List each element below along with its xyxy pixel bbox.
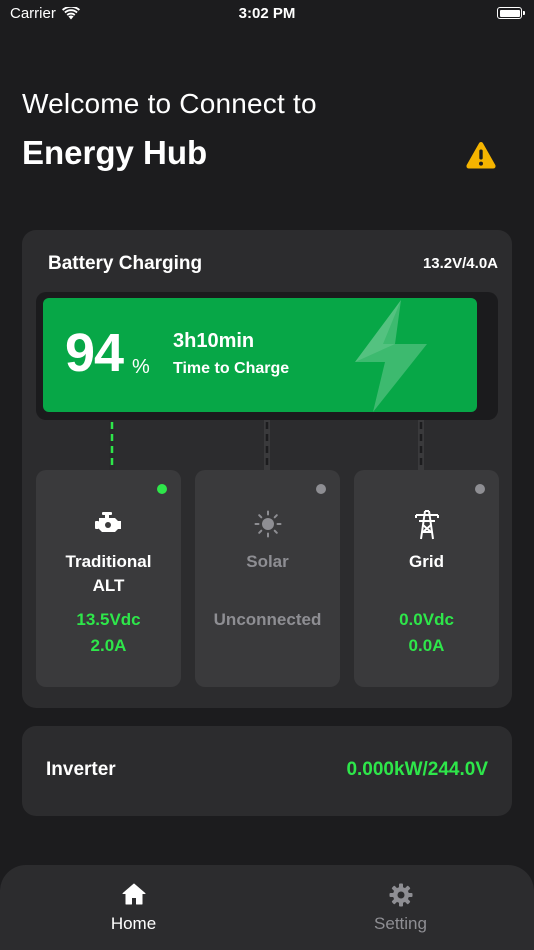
inverter-card[interactable]: Inverter 0.000kW/244.0V [22,726,512,816]
connector-line-alt [109,420,115,470]
source-name: Traditional ALT [65,552,152,595]
tab-label: Home [110,914,157,933]
connector-line-grid [418,420,424,470]
source-voltage: 13.5Vdc [76,610,141,629]
sun-icon [195,510,340,538]
welcome-text: Welcome to Connect to [22,88,317,119]
tab-setting[interactable]: Setting [267,881,534,941]
charge-panel-frame: 94 % 3h10min Time to Charge [36,292,498,420]
status-dot [157,484,167,494]
source-current: 0.0A [408,636,445,655]
connector-line-solar [264,420,270,470]
time-to-charge-label: Time to Charge [173,360,290,377]
page-title: Energy Hub [22,134,208,171]
status-bar: Carrier 3:02 PM [0,0,534,30]
source-current: 2.0A [90,636,127,655]
battery-card-title: Battery Charging [48,253,203,274]
status-dot [475,484,485,494]
source-tile-solar[interactable]: Solar Unconnected [195,470,340,687]
bottom-tab-bar: Home Setting [0,865,534,950]
status-dot [316,484,326,494]
status-time: 3:02 PM [238,5,296,22]
engine-icon [36,510,181,536]
inverter-label: Inverter [46,759,116,780]
power-tower-icon [354,510,499,540]
charge-percent: 94 [65,323,124,383]
home-icon [0,883,267,907]
battery-status-icon [497,7,525,19]
source-name: Grid [409,552,444,571]
battery-reading: 13.2V/4.0A [422,255,498,272]
battery-charging-card: Battery Charging 13.2V/4.0A 94 % 3h10min… [22,230,512,708]
warning-icon[interactable] [465,140,497,170]
charge-status-panel: 94 % 3h10min Time to Charge [43,298,477,412]
lightning-bolt-icon [355,300,427,412]
source-tile-grid[interactable]: Grid 0.0Vdc 0.0A [354,470,499,687]
inverter-value: 0.000kW/244.0V [346,759,488,780]
source-voltage: 0.0Vdc [399,610,454,629]
source-status: Unconnected [213,610,322,629]
tab-home[interactable]: Home [0,881,267,941]
source-tile-traditional-alt[interactable]: Traditional ALT 13.5Vdc 2.0A [36,470,181,687]
charge-percent-unit: % [132,356,150,378]
gear-icon [267,883,534,907]
source-name: Solar [246,552,289,571]
tab-label: Setting [374,914,427,933]
time-to-charge-value: 3h10min [173,330,255,352]
